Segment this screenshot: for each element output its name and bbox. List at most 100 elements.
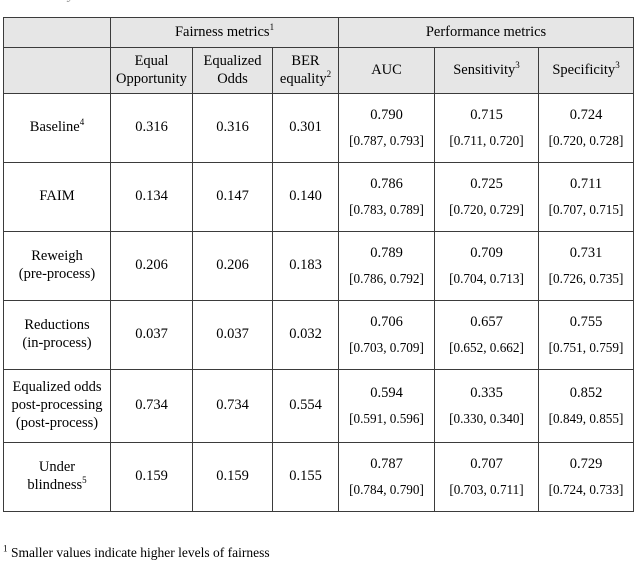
cell-sensitivity: 0.335 [0.330, 0.340] [434, 369, 540, 443]
cell-auc: 0.594 [0.591, 0.596] [338, 369, 436, 443]
cell-specificity-ci: [0.707, 0.715] [548, 202, 624, 218]
row-label-line: (post-process) [15, 414, 99, 431]
cell-specificity: 0.852 [0.849, 0.855] [538, 369, 635, 443]
cell-specificity: 0.724 [0.720, 0.728] [538, 93, 635, 163]
clipped-glyph: y [68, 0, 75, 4]
cell-auc-point: 0.706 [370, 313, 403, 330]
cell-auc: 0.706 [0.703, 0.709] [338, 300, 436, 370]
cell-equalized-odds: 0.734 [192, 369, 273, 443]
cell-auc-ci: [0.783, 0.789] [349, 202, 424, 218]
cell-auc-point: 0.594 [370, 384, 403, 401]
cell-equalized-odds: 0.159 [192, 442, 273, 512]
group-header-performance-label: Performance metrics [425, 23, 547, 40]
row-label-under-blindness: Under blindness5 [3, 442, 111, 512]
column-header-auc-label: AUC [371, 61, 402, 78]
cell-specificity-ci: [0.726, 0.735] [548, 271, 624, 287]
clipped-text-above-table: y [0, 0, 640, 14]
cell-sensitivity-point: 0.715 [470, 106, 503, 123]
table-row: Under blindness5 0.159 0.159 0.155 0.787… [3, 442, 635, 512]
cell-ber-equality: 0.183 [271, 231, 340, 301]
cell-sensitivity-point: 0.725 [470, 175, 503, 192]
group-header-performance-metrics: Performance metrics [338, 17, 635, 48]
cell-auc-ci: [0.591, 0.596] [349, 411, 424, 427]
cell-sensitivity: 0.657 [0.652, 0.662] [434, 300, 540, 370]
row-label-line: (in-process) [22, 335, 92, 351]
cell-auc: 0.790 [0.787, 0.793] [338, 93, 436, 163]
cell-equal-opportunity: 0.734 [110, 369, 193, 443]
cell-sensitivity: 0.707 [0.703, 0.711] [434, 442, 540, 512]
column-header-ber-equality-line2: equality [279, 70, 327, 87]
row-label-footnote-marker: 5 [82, 475, 87, 486]
table-footnote: 1 Smaller values indicate higher levels … [3, 543, 270, 561]
column-header-equal-opportunity-line2: Opportunity [116, 70, 187, 87]
cell-specificity-point: 0.724 [569, 106, 603, 123]
cell-sensitivity-ci: [0.652, 0.662] [449, 340, 524, 356]
table-row: Reductions (in-process) 0.037 0.037 0.03… [3, 300, 635, 370]
cell-specificity-point: 0.729 [569, 455, 603, 472]
cell-specificity: 0.755 [0.751, 0.759] [538, 300, 635, 370]
cell-auc-point: 0.786 [370, 175, 403, 192]
group-header-fairness-label: Fairness metrics [174, 23, 270, 40]
column-header-ber-equality: BER equality2 [271, 47, 340, 94]
group-header-fairness-metrics: Fairness metrics1 [109, 17, 340, 48]
column-header-equalized-odds-line1: Equalized [203, 52, 262, 69]
column-header-method [3, 47, 111, 94]
column-header-specificity: Specificity3 [538, 47, 635, 94]
row-label-line: Equalized odds [12, 379, 102, 396]
cell-auc: 0.789 [0.786, 0.792] [338, 231, 436, 301]
cell-auc-point: 0.789 [370, 244, 403, 261]
row-label-line: blindness [27, 477, 83, 493]
cell-specificity-point: 0.852 [569, 384, 603, 401]
cell-equal-opportunity: 0.134 [110, 162, 193, 232]
corner-cell [3, 17, 111, 48]
table-row: FAIM 0.134 0.147 0.140 0.786 [0.783, 0.7… [3, 162, 635, 232]
table-column-header-row: Equal Opportunity Equalized Odds BER equ… [3, 47, 635, 94]
cell-auc: 0.787 [0.784, 0.790] [338, 442, 436, 512]
column-header-sensitivity-label: Sensitivity [453, 61, 516, 78]
row-label-reductions: Reductions (in-process) [3, 300, 111, 370]
row-label-line: Under [38, 459, 76, 476]
row-label-line: FAIM [39, 188, 75, 205]
cell-sensitivity-point: 0.335 [470, 384, 503, 401]
cell-auc-ci: [0.784, 0.790] [349, 482, 424, 498]
cell-equalized-odds: 0.316 [192, 93, 273, 163]
column-header-sensitivity: Sensitivity3 [434, 47, 540, 94]
row-label-line: post-processing [11, 397, 103, 414]
cell-auc-ci: [0.787, 0.793] [349, 133, 424, 149]
row-label-equalized-odds-post-processing: Equalized odds post-processing (post-pro… [3, 369, 111, 443]
column-header-equal-opportunity-line1: Equal [134, 52, 169, 69]
footnote-marker: 1 [3, 543, 8, 554]
cell-sensitivity-ci: [0.704, 0.713] [449, 271, 524, 287]
cell-specificity: 0.731 [0.726, 0.735] [538, 231, 635, 301]
column-header-sensitivity-footnote-marker: 3 [515, 59, 520, 70]
cell-specificity-point: 0.711 [569, 175, 603, 192]
column-header-ber-equality-footnote-marker: 2 [326, 68, 332, 79]
column-header-specificity-footnote-marker: 3 [615, 59, 620, 70]
cell-auc: 0.786 [0.783, 0.789] [338, 162, 436, 232]
row-label-footnote-marker: 4 [79, 117, 85, 128]
cell-auc-ci: [0.786, 0.792] [349, 271, 424, 287]
table-row: Reweigh (pre-process) 0.206 0.206 0.183 … [3, 231, 635, 301]
cell-equalized-odds: 0.037 [192, 300, 273, 370]
cell-equal-opportunity: 0.037 [110, 300, 193, 370]
cell-sensitivity-ci: [0.711, 0.720] [449, 133, 524, 149]
cell-ber-equality: 0.301 [271, 93, 340, 163]
cell-sensitivity: 0.725 [0.720, 0.729] [434, 162, 540, 232]
table-group-header-row: Fairness metrics1 Performance metrics [3, 17, 635, 48]
row-label-line: Reductions [24, 317, 90, 334]
cell-sensitivity-ci: [0.720, 0.729] [449, 202, 524, 218]
cell-ber-equality: 0.140 [271, 162, 340, 232]
cell-sensitivity-ci: [0.703, 0.711] [449, 482, 524, 498]
row-label-line: Baseline [29, 119, 80, 136]
cell-specificity-point: 0.731 [569, 244, 603, 261]
cell-ber-equality: 0.554 [271, 369, 340, 443]
column-header-ber-equality-line1: BER [291, 52, 320, 69]
cell-ber-equality: 0.155 [271, 442, 340, 512]
cell-sensitivity: 0.715 [0.711, 0.720] [434, 93, 540, 163]
fairness-performance-metrics-table: Fairness metrics1 Performance metrics Eq… [3, 17, 635, 512]
cell-sensitivity-point: 0.709 [470, 244, 503, 261]
row-label-faim: FAIM [3, 162, 111, 232]
cell-specificity-ci: [0.751, 0.759] [548, 340, 624, 356]
table-row: Equalized odds post-processing (post-pro… [3, 369, 635, 443]
cell-equal-opportunity: 0.316 [110, 93, 193, 163]
